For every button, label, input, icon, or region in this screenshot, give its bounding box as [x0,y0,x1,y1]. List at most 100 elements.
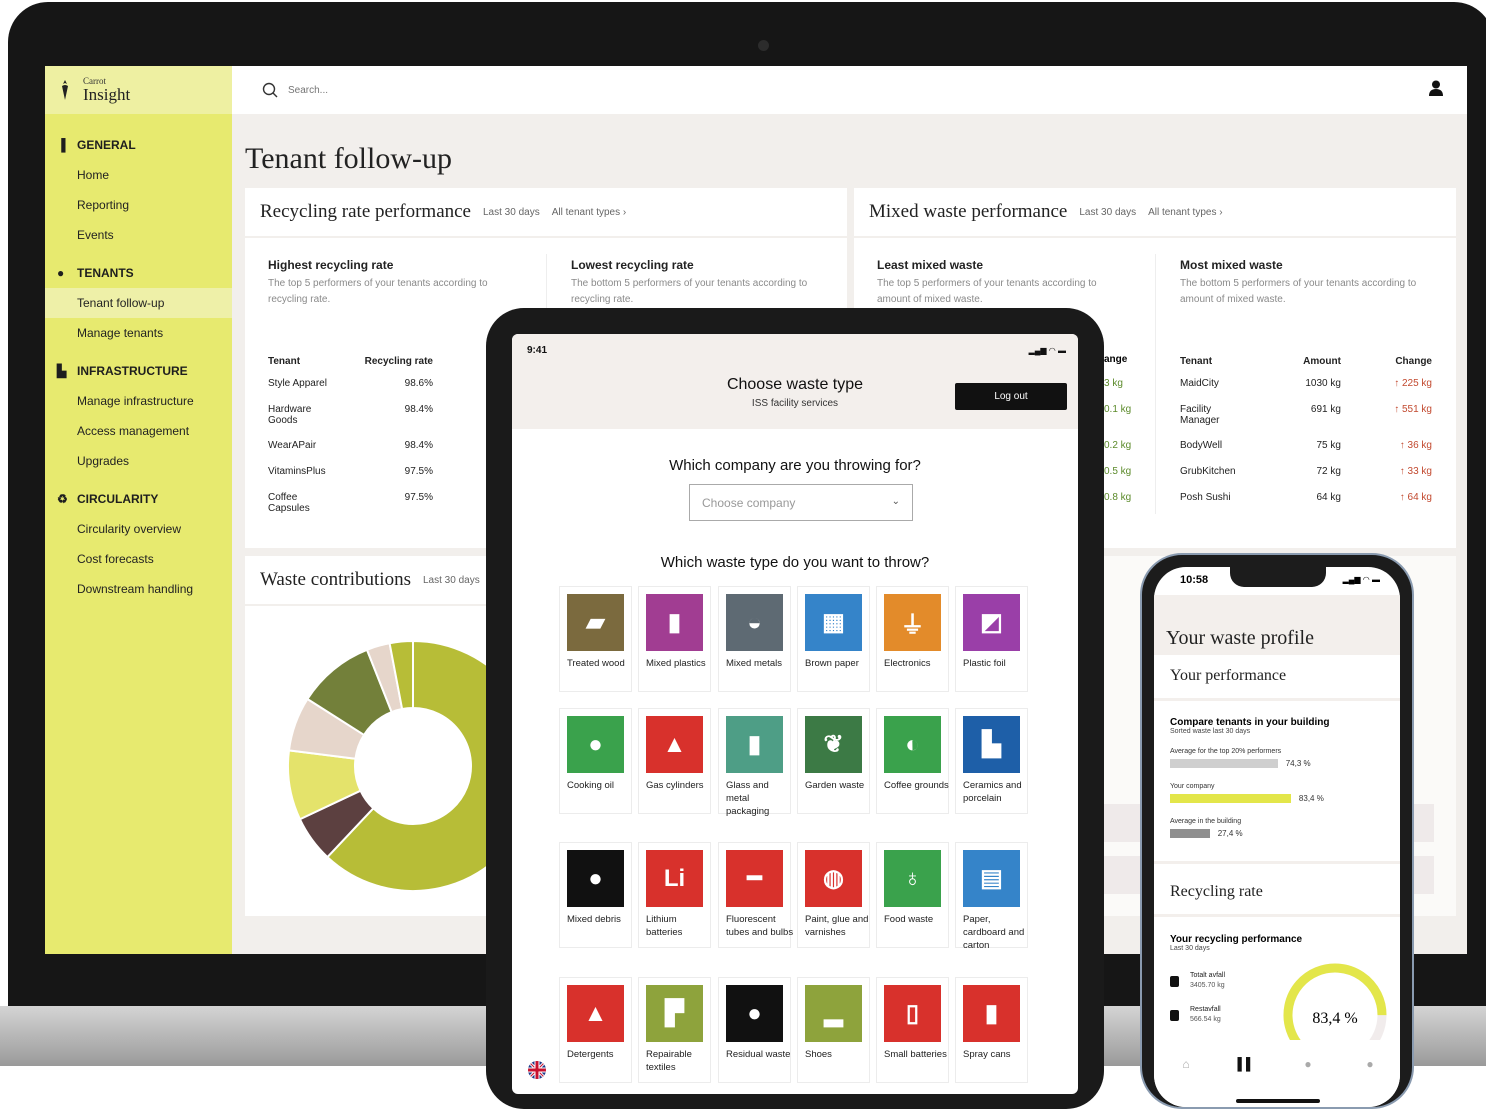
logout-button[interactable]: Log out [955,383,1067,410]
highest-recycling: Highest recycling rate The top 5 perform… [268,258,518,522]
waste-tile-label: Gas cylinders [646,780,704,791]
phone-title: Your waste profile [1166,627,1314,649]
recycling-rate-section[interactable]: Recycling rate [1154,867,1400,917]
waste-tile-label: Cooking oil [567,780,614,791]
waste-tile-glass-and-metal-packaging[interactable]: ▮ Glass and metal packaging [718,708,791,817]
camera [758,40,769,51]
chevron-down-icon: ⌄ [891,496,900,507]
ideas-tab-icon[interactable]: ● [1288,1057,1328,1071]
waste-tile-mixed-plastics[interactable]: ▮ Mixed plastics [638,586,711,692]
table-row[interactable]: WearAPair 98.4% [268,434,433,460]
bottle-can-icon: ▮ [726,716,783,773]
tablet-frame: 9:41 ▂▄▆ ◠ ▬ Choose waste type ISS facil… [486,308,1104,1109]
table-row[interactable]: Hardware Goods 98.4% [268,398,433,434]
waste-tile-brown-paper[interactable]: ▦ Brown paper [797,586,870,692]
nav-section-label: GENERAL [77,138,136,152]
table-row[interactable]: BodyWell 75 kg ↑ 36 kg [1180,434,1432,460]
table-cell: Coffee Capsules [268,492,310,514]
table-cell: 75 kg [1316,440,1341,451]
logo[interactable]: Carrot Insight [45,66,232,114]
nav-item-access-management[interactable]: Access management [45,416,232,446]
shirt-icon: ▛ [646,985,703,1042]
waste-tile-mixed-debris[interactable]: ● Mixed debris [559,842,632,948]
waste-tile-repairable-textiles[interactable]: ▛ Repairable textiles [638,977,711,1083]
waste-tile-electronics[interactable]: ⏚ Electronics [876,586,949,692]
period-filter[interactable]: Last 30 days [1079,207,1136,218]
waste-tile-plastic-foil[interactable]: ◩ Plastic foil [955,586,1028,692]
people-icon: ● [57,266,65,280]
user-icon[interactable] [1429,80,1445,98]
waste-tile-cooking-oil[interactable]: ● Cooking oil [559,708,632,814]
period-filter[interactable]: Last 30 days [483,207,540,218]
uk-flag-icon[interactable] [528,1061,546,1079]
table-row[interactable]: VitaminsPlus 97.5% [268,460,433,486]
most-title: Most mixed waste [1180,258,1283,272]
carrot-logo-icon [57,79,73,101]
nav-item-downstream-handling[interactable]: Downstream handling [45,574,232,604]
company-select-value: Choose company [702,495,796,510]
waste-tile-paint-glue-and-varnishes[interactable]: ◍ Paint, glue and varnishes [797,842,870,948]
recycling-rate-title: Recycling rate [1170,883,1263,900]
table-cell: Hardware Goods [268,404,312,426]
table-row[interactable]: Style Apparel 98.6% [268,372,433,398]
search-icon[interactable] [262,82,278,98]
status-icons: ▂▄▆ ◠ ▬ [1342,575,1380,584]
search-input[interactable] [288,84,588,96]
table-row[interactable]: Posh Sushi 64 kg ↑ 64 kg [1180,486,1432,512]
waste-tile-residual-waste[interactable]: ● Residual waste [718,977,791,1083]
company-select[interactable]: Choose company ⌄ [689,484,913,521]
drop-icon: ● [567,716,624,773]
performance-section[interactable]: Your performance [1154,655,1400,701]
table-cell: MaidCity [1180,378,1219,389]
waste-tile-label: Treated wood [567,658,625,669]
most-mixed: Most mixed waste The bottom 5 performers… [1180,258,1432,512]
nav-item-home[interactable]: Home [45,160,232,190]
home-tab-icon[interactable]: ⌂ [1166,1057,1206,1071]
nav-item-tenant-follow-up[interactable]: Tenant follow-up [45,288,232,318]
waste-tile-label: Garden waste [805,780,865,791]
nav-item-manage-infrastructure[interactable]: Manage infrastructure [45,386,232,416]
nav-item-reporting[interactable]: Reporting [45,190,232,220]
table-row[interactable]: MaidCity 1030 kg ↑ 225 kg [1180,372,1432,398]
waste-tile-ceramics-and-porcelain[interactable]: ▙ Ceramics and porcelain [955,708,1028,814]
profile-tab-icon[interactable]: ● [1350,1057,1390,1071]
table-cell: 98.6% [404,378,433,389]
waste-tile-label: Lithium batteries [646,914,683,938]
change-header: ange [1104,354,1128,365]
waste-tile-detergents[interactable]: ▲ Detergents [559,977,632,1083]
tenant-type-filter[interactable]: All tenant types › [552,207,626,218]
waste-tile-gas-cylinders[interactable]: ▲ Gas cylinders [638,708,711,814]
statistics-tab-icon[interactable]: ▌▌ [1226,1057,1266,1071]
waste-tile-fluorescent-tubes-and-bulbs[interactable]: ━ Fluorescent tubes and bulbs [718,842,793,948]
waste-tile-lithium-batteries[interactable]: Li Lithium batteries [638,842,711,948]
table-row[interactable]: Facility Manager 691 kg ↑ 551 kg [1180,398,1432,434]
waste-tile-spray-cans[interactable]: ▮ Spray cans [955,977,1028,1083]
period-filter[interactable]: Last 30 days [423,575,480,586]
nav-item-circularity-overview[interactable]: Circularity overview [45,514,232,544]
recycling-gauge [1283,963,1387,1040]
waste-tile-label: Detergents [567,1049,614,1060]
nav-section-label: INFRASTRUCTURE [77,364,188,378]
nav-item-events[interactable]: Events [45,220,232,250]
column-header: Amount [1303,355,1341,367]
waste-tile-shoes[interactable]: ▂ Shoes [797,977,870,1083]
nav-item-manage-tenants[interactable]: Manage tenants [45,318,232,348]
waste-tile-garden-waste[interactable]: ❦ Garden waste [797,708,870,814]
change-cell: 3 kg [1104,378,1123,389]
waste-tile-coffee-grounds[interactable]: ◐ Coffee grounds [876,708,949,814]
waste-tile-food-waste[interactable]: ♁ Food waste [876,842,949,948]
waste-tile-treated-wood[interactable]: ▰ Treated wood [559,586,632,692]
highest-table: Tenant Recycling rate Style Apparel 98.6% Ha… [268,350,433,522]
nav-item-cost-forecasts[interactable]: Cost forecasts [45,544,232,574]
compare-subtitle: Sorted waste last 30 days [1170,728,1251,735]
tenant-type-filter[interactable]: All tenant types › [1148,207,1222,218]
nav-item-upgrades[interactable]: Upgrades [45,446,232,476]
table-row[interactable]: Coffee Capsules 97.5% [268,486,433,522]
waste-tile-paper-cardboard-and-carton[interactable]: ▤ Paper, cardboard and carton [955,842,1028,951]
waste-tile-label: Paper, cardboard and carton [963,914,1025,951]
waste-tile-small-batteries[interactable]: ▯ Small batteries [876,977,949,1083]
waste-tile-mixed-metals[interactable]: ◒ Mixed metals [718,586,791,692]
highest-desc: The top 5 performers of your tenants acc… [268,278,488,305]
foil-roll-icon: ◩ [963,594,1020,651]
table-row[interactable]: GrubKitchen 72 kg ↑ 33 kg [1180,460,1432,486]
